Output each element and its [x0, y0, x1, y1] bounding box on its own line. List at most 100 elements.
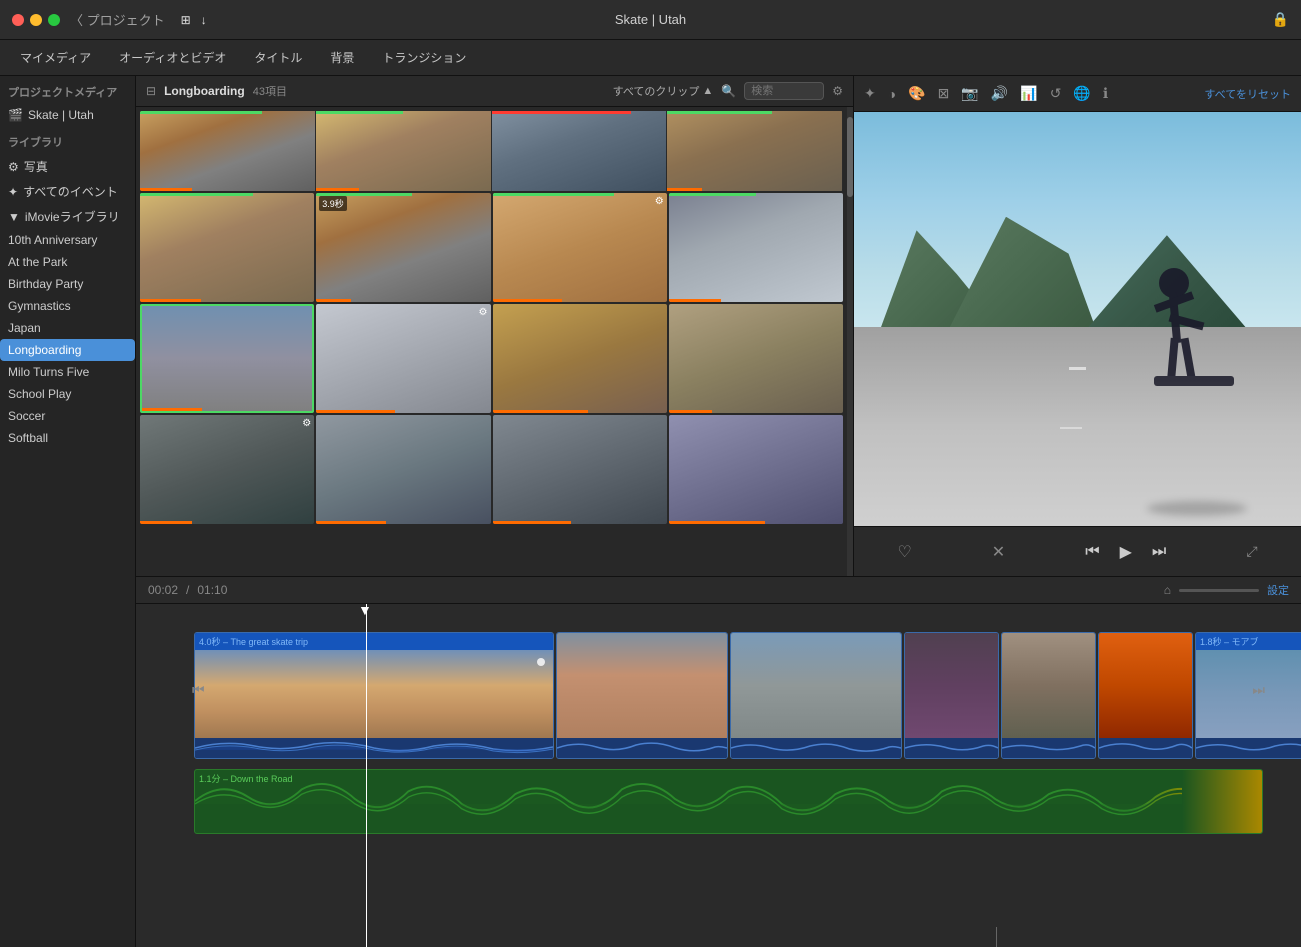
media-thumb[interactable] — [492, 111, 668, 191]
media-thumb[interactable] — [316, 111, 492, 191]
timeline-clip-4[interactable] — [904, 632, 999, 759]
tab-backgrounds[interactable]: 背景 — [326, 47, 358, 68]
window-title: Skate | Utah — [615, 12, 686, 27]
sidebar-item-japan[interactable]: Japan — [0, 317, 135, 339]
film-icon: 🎬 — [8, 108, 23, 122]
audio-waveform — [1196, 738, 1301, 758]
clip-4-thumb — [905, 633, 998, 738]
sidebar-item-birthday[interactable]: Birthday Party — [0, 273, 135, 295]
audio-waveform — [557, 738, 727, 758]
skip-back-button[interactable]: ⏮ — [1085, 543, 1099, 561]
audio-waveform — [905, 738, 998, 758]
timeline-clip-5[interactable] — [1001, 632, 1096, 759]
clip-3-thumb — [731, 633, 901, 738]
close-button[interactable] — [12, 14, 24, 26]
window-controls[interactable] — [12, 14, 60, 26]
thumb-settings-icon2[interactable]: ⚙ — [479, 307, 488, 318]
media-thumb[interactable] — [316, 415, 490, 524]
media-thumb[interactable] — [669, 415, 843, 524]
media-scrollbar[interactable] — [847, 107, 853, 576]
layout-icon[interactable]: ⊞ — [181, 13, 191, 27]
fullscreen-button[interactable]: ⤢ — [1246, 543, 1257, 560]
audio-icon[interactable]: 🔊 — [991, 85, 1008, 102]
magic-wand-icon[interactable]: ✦ — [864, 85, 876, 102]
thumb-settings-icon[interactable]: ⚙ — [655, 196, 664, 207]
media-thumb[interactable] — [140, 304, 314, 413]
crop-icon[interactable]: ⊠ — [938, 85, 950, 102]
settings-icon[interactable]: ⚙ — [832, 84, 843, 98]
reset-all-button[interactable]: すべてをリセット — [1204, 86, 1291, 102]
sidebar-item-atpark[interactable]: At the Park — [0, 251, 135, 273]
import-icon[interactable]: ↓ — [201, 13, 207, 27]
sidebar-item-soccer[interactable]: Soccer — [0, 405, 135, 427]
tab-titles[interactable]: タイトル — [250, 47, 306, 68]
media-thumb[interactable]: ⚙ — [140, 415, 314, 524]
media-thumb[interactable] — [493, 304, 667, 413]
info-icon[interactable]: ℹ — [1103, 85, 1108, 102]
media-thumb[interactable] — [140, 193, 314, 302]
preview-panel: ✦ ◑ 🎨 ⊠ 📷 🔊 📊 ↺ 🌐 ℹ すべてをリセット — [854, 76, 1301, 576]
media-strip-row — [140, 111, 843, 191]
sidebar-item-all-events[interactable]: ✦ すべてのイベント — [0, 179, 135, 204]
search-input[interactable] — [744, 82, 824, 100]
globe-icon[interactable]: 🌐 — [1073, 85, 1090, 102]
media-thumb[interactable] — [140, 111, 316, 191]
sidebar-item-softball[interactable]: Softball — [0, 427, 135, 449]
sidebar-item-photos[interactable]: ⚙ 写真 — [0, 154, 135, 179]
track-nav-left[interactable]: ⏮ — [192, 681, 205, 698]
media-thumb[interactable] — [493, 415, 667, 524]
favorite-button[interactable]: ♡ — [897, 542, 911, 562]
media-thumb[interactable] — [667, 111, 843, 191]
playhead-triangle: ▼ — [358, 604, 372, 618]
timeline-settings-button[interactable]: 設定 — [1267, 582, 1289, 598]
skip-forward-button[interactable]: ⏭ — [1152, 543, 1166, 561]
grid-view-icon[interactable]: ⊟ — [146, 84, 156, 98]
timeline-clip-6[interactable] — [1098, 632, 1193, 759]
clip-6-thumb — [1099, 633, 1192, 738]
media-thumb[interactable]: 3.9秒 — [316, 193, 490, 302]
media-thumb[interactable]: ⚙ — [316, 304, 490, 413]
sidebar-item-10th[interactable]: 10th Anniversary — [0, 229, 135, 251]
sidebar-imovie-library[interactable]: ▼ iMovieライブラリ — [0, 204, 135, 229]
audio-clip[interactable]: 1.1分 – Down the Road — [194, 769, 1263, 834]
track-nav-right[interactable]: ⏭ — [1252, 681, 1265, 698]
media-thumb[interactable] — [669, 304, 843, 413]
tab-transitions[interactable]: トランジション — [378, 47, 470, 68]
sidebar-item-milo[interactable]: Milo Turns Five — [0, 361, 135, 383]
audio-waveform-full — [195, 770, 1262, 833]
timeline-clip-2[interactable] — [556, 632, 728, 759]
tab-my-media[interactable]: マイメディア — [16, 47, 95, 68]
sidebar-item-schoolplay[interactable]: School Play — [0, 383, 135, 405]
sidebar-item-longboarding[interactable]: Longboarding — [0, 339, 135, 361]
filter-dropdown[interactable]: すべてのクリップ ▲ — [613, 83, 714, 99]
timeline-area: ▼ ⏮ 4.0秒 – The great skate trip — [136, 604, 1301, 947]
timecode-total: 01:10 — [197, 583, 227, 597]
tab-audio-video[interactable]: オーディオとビデオ — [115, 47, 230, 68]
sidebar-item-project[interactable]: 🎬 Skate | Utah — [0, 104, 135, 126]
timeline-clip-1[interactable]: 4.0秒 – The great skate trip — [194, 632, 554, 759]
sidebar-item-gymnastics[interactable]: Gymnastics — [0, 295, 135, 317]
clip-2-audio — [557, 738, 727, 758]
rotate-icon[interactable]: ↺ — [1050, 85, 1062, 102]
project-media-label: プロジェクトメディア — [0, 76, 135, 104]
back-button[interactable]: 〈 プロジェクト — [70, 10, 165, 29]
minimize-button[interactable] — [30, 14, 42, 26]
media-thumb[interactable]: ⚙ — [493, 193, 667, 302]
chart-icon[interactable]: 📊 — [1020, 85, 1037, 102]
timecode-current: 00:02 — [148, 583, 178, 597]
camera-icon[interactable]: 📷 — [961, 85, 978, 102]
video-content — [854, 112, 1301, 526]
play-button[interactable]: ▶ — [1120, 542, 1132, 562]
clip-2-thumb — [557, 633, 727, 738]
color-wheel-icon[interactable]: 🎨 — [908, 85, 925, 102]
color-balance-icon[interactable]: ◑ — [888, 86, 896, 102]
maximize-button[interactable] — [48, 14, 60, 26]
clip-6-audio — [1099, 738, 1192, 758]
titlebar: 〈 プロジェクト ⊞ ↓ Skate | Utah 🔒 — [0, 0, 1301, 40]
timeline-clip-7[interactable]: 1.8秒 – モアブ — [1195, 632, 1301, 759]
timeline-clip-3[interactable] — [730, 632, 902, 759]
media-thumb[interactable] — [669, 193, 843, 302]
browser-header: ⊟ Longboarding 43項目 すべてのクリップ ▲ 🔍 ⚙ — [136, 76, 853, 107]
thumb-settings-icon3[interactable]: ⚙ — [302, 418, 311, 429]
reject-button[interactable]: ✕ — [992, 542, 1005, 562]
